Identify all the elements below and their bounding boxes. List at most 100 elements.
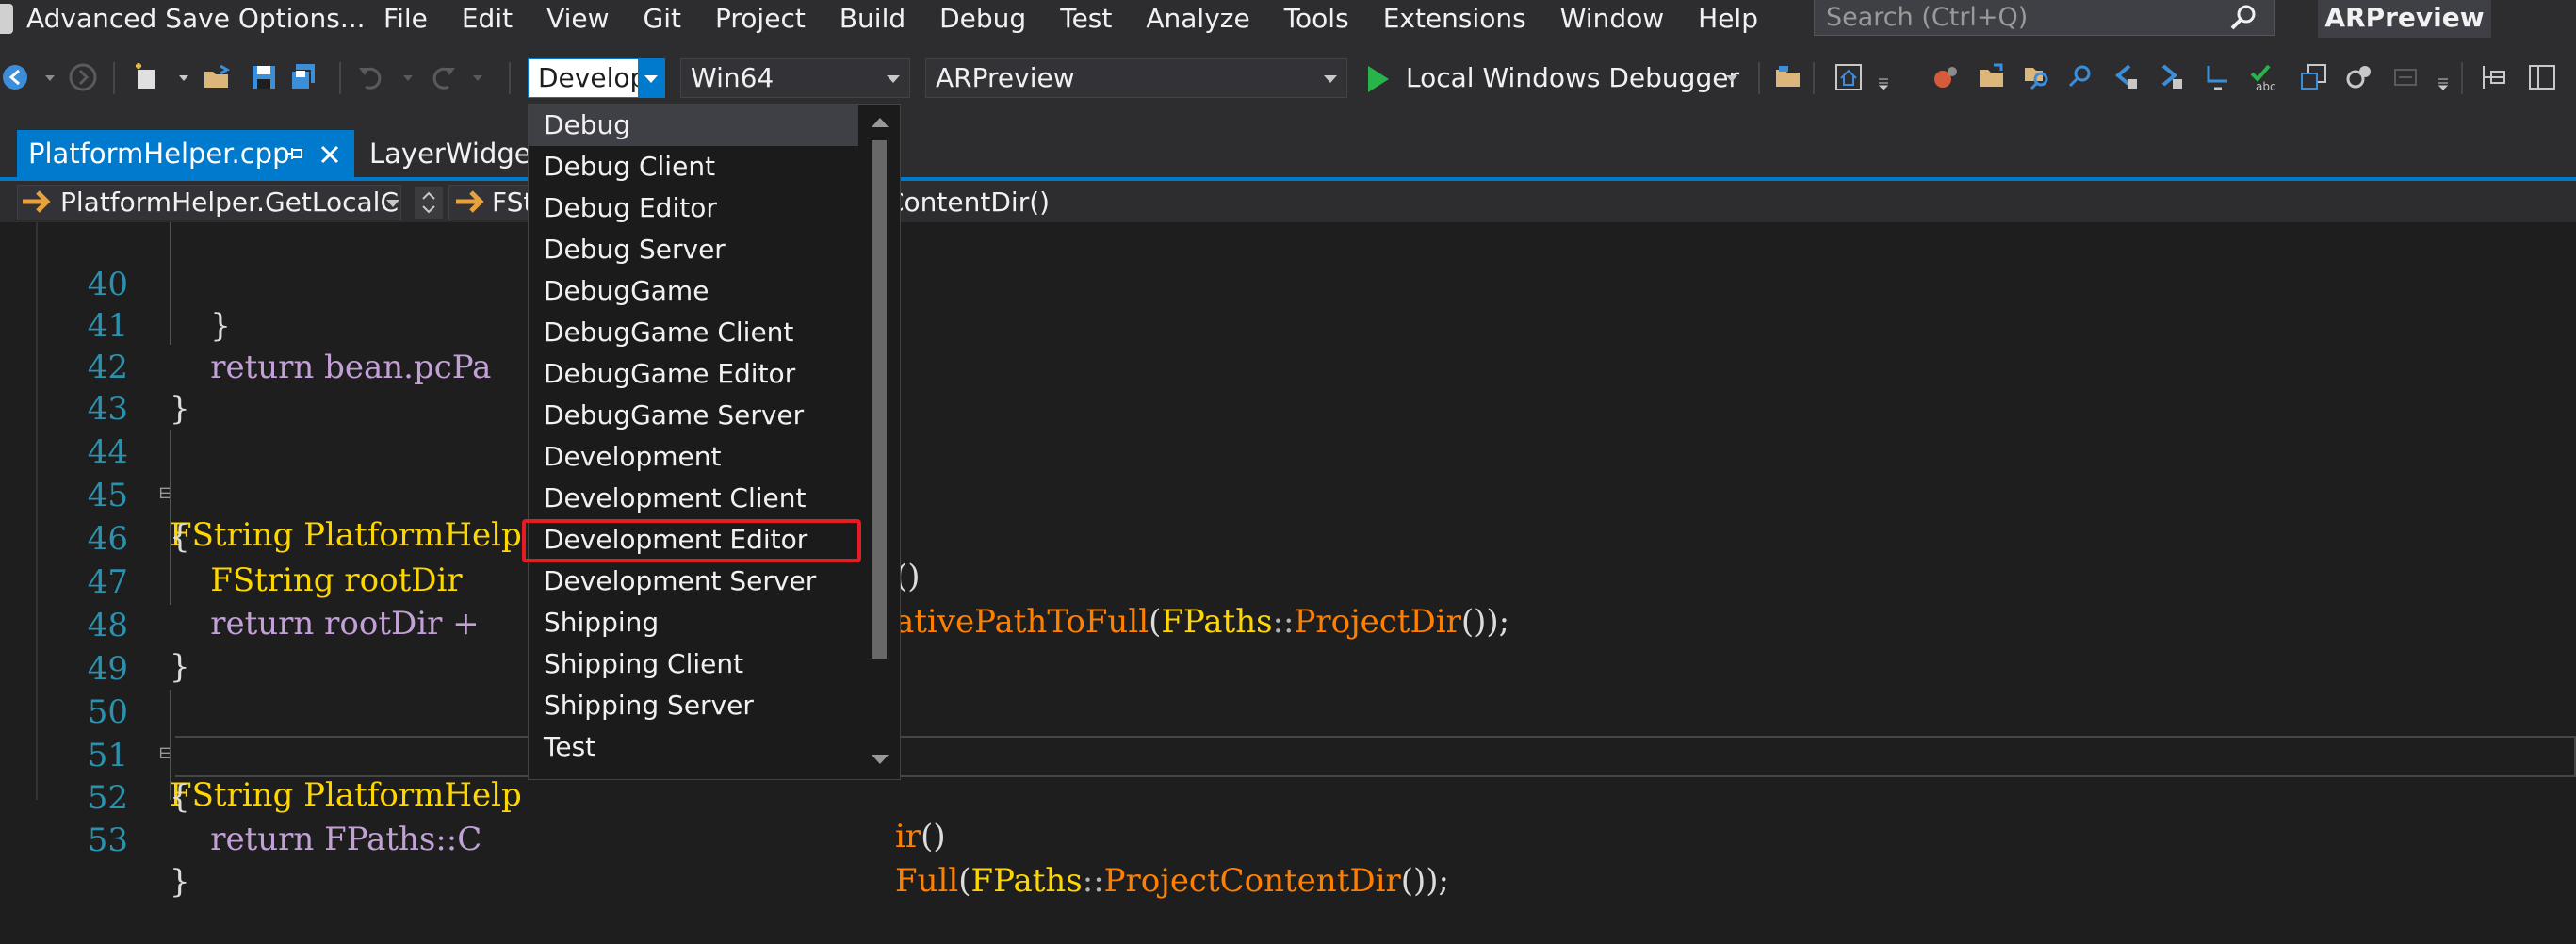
save-all-icon[interactable] bbox=[288, 62, 318, 92]
redo-dropdown-icon[interactable] bbox=[471, 72, 484, 85]
solution-platform-value: Win64 bbox=[691, 62, 774, 93]
build-gear-icon[interactable] bbox=[1930, 62, 1960, 92]
search-icon[interactable] bbox=[2229, 4, 2258, 32]
home-icon[interactable] bbox=[1834, 62, 1864, 92]
previous-bookmark-icon[interactable] bbox=[2111, 62, 2141, 92]
window-layout-icon[interactable] bbox=[2299, 62, 2329, 92]
tab-label: PlatformHelper.cpp bbox=[28, 138, 290, 170]
next-bookmark-icon[interactable] bbox=[2156, 62, 2186, 92]
code-line: 44 ⊟ FString PlatformHelp () bbox=[0, 390, 2576, 595]
startup-project-combo[interactable]: ARPreview bbox=[925, 58, 1347, 98]
chevron-down-icon[interactable] bbox=[386, 200, 399, 207]
menu-git[interactable]: Git bbox=[627, 0, 698, 38]
function-label: ContentDir() bbox=[886, 187, 1051, 218]
config-option-debuggame-client[interactable]: DebugGame Client bbox=[529, 312, 858, 353]
menu-file[interactable]: File bbox=[367, 0, 445, 38]
menu-debug[interactable]: Debug bbox=[922, 0, 1043, 38]
menu-tools[interactable]: Tools bbox=[1267, 0, 1366, 38]
config-option-debuggame-server[interactable]: DebugGame Server bbox=[529, 395, 858, 436]
local-windows-debugger-button[interactable]: Local Windows Debugger bbox=[1406, 58, 1739, 98]
chevron-down-icon bbox=[887, 75, 900, 83]
config-option-debug-server[interactable]: Debug Server bbox=[529, 229, 858, 270]
visual-studio-logo-icon bbox=[0, 4, 13, 34]
menu-build[interactable]: Build bbox=[823, 0, 922, 38]
config-option-development-server[interactable]: Development Server bbox=[529, 561, 858, 602]
code-line: 40 } bbox=[0, 222, 2576, 345]
config-option-debug-client[interactable]: Debug Client bbox=[529, 146, 858, 187]
config-option-shipping-server[interactable]: Shipping Server bbox=[529, 685, 858, 726]
code-line: 49 bbox=[0, 607, 2576, 688]
new-project-icon[interactable] bbox=[132, 62, 162, 92]
disabled-tool-icon[interactable] bbox=[2391, 62, 2421, 92]
start-debugging-play-icon[interactable] bbox=[1368, 66, 1389, 92]
tab-layerwidget[interactable]: LayerWidget. bbox=[369, 130, 550, 177]
window-title: Advanced Save Options... bbox=[26, 3, 366, 34]
scroll-up-icon[interactable] bbox=[872, 118, 889, 127]
svg-text:abc: abc bbox=[2256, 80, 2276, 92]
menu-view[interactable]: View bbox=[530, 0, 626, 38]
config-option-debug[interactable]: Debug bbox=[529, 105, 858, 146]
dropdown-scrollbar[interactable] bbox=[858, 105, 900, 779]
config-option-test[interactable]: Test bbox=[529, 726, 858, 768]
close-tab-icon[interactable] bbox=[320, 145, 339, 164]
back-history-dropdown-icon[interactable] bbox=[43, 72, 57, 85]
save-icon[interactable] bbox=[249, 62, 279, 92]
config-option-debuggame[interactable]: DebugGame bbox=[529, 270, 858, 312]
code-line: 43 bbox=[0, 347, 2576, 428]
code-text: return FPaths::C bbox=[170, 821, 482, 858]
solution-configuration-dropdown-button[interactable] bbox=[638, 59, 664, 97]
code-line: 46 FString rootDir ativePathToFull(FPath… bbox=[0, 477, 2576, 641]
toolbar-overflow-icon[interactable] bbox=[1877, 77, 1890, 90]
find-symbol-icon[interactable] bbox=[2065, 62, 2095, 92]
open-folder-icon[interactable] bbox=[202, 62, 232, 92]
code-line: 45 { bbox=[0, 433, 2576, 556]
config-option-shipping-client[interactable]: Shipping Client bbox=[529, 643, 858, 685]
menu-help[interactable]: Help bbox=[1681, 0, 1775, 38]
search-input[interactable] bbox=[1826, 0, 2222, 35]
menu-project[interactable]: Project bbox=[698, 0, 823, 38]
find-in-files-icon[interactable] bbox=[2022, 62, 2052, 92]
configuration-options: Debug Debug Client Debug Editor Debug Se… bbox=[529, 105, 858, 779]
search-box bbox=[1814, 0, 2275, 36]
chevron-down-icon bbox=[1324, 75, 1337, 83]
solution-platform-combo[interactable]: Win64 bbox=[680, 58, 910, 98]
undo-icon[interactable] bbox=[356, 62, 386, 92]
toolbar-overflow-icon-2[interactable] bbox=[2437, 77, 2450, 90]
spell-check-icon[interactable]: abc bbox=[2248, 62, 2278, 92]
up-down-chevron-icon bbox=[422, 191, 435, 214]
navigate-forward-icon[interactable] bbox=[68, 62, 98, 92]
menu-extensions[interactable]: Extensions bbox=[1366, 0, 1543, 38]
pin-tab-icon[interactable] bbox=[285, 145, 305, 162]
menu-test[interactable]: Test bbox=[1043, 0, 1129, 38]
folder-browse-icon[interactable] bbox=[1773, 62, 1803, 92]
open-file-icon[interactable] bbox=[1977, 62, 2007, 92]
solution-configuration-combo[interactable]: Develop bbox=[528, 58, 665, 98]
menu-window[interactable]: Window bbox=[1543, 0, 1681, 38]
code-text: } bbox=[170, 863, 190, 901]
debugger-dropdown-icon[interactable] bbox=[1726, 75, 1737, 82]
layout-panels-icon[interactable] bbox=[2527, 62, 2557, 92]
scroll-down-icon[interactable] bbox=[872, 755, 889, 764]
new-dropdown-icon[interactable] bbox=[177, 72, 190, 85]
step-into-icon[interactable] bbox=[2203, 62, 2233, 92]
config-option-development[interactable]: Development bbox=[529, 436, 858, 478]
config-option-shipping[interactable]: Shipping bbox=[529, 602, 858, 643]
toggle-settings-icon[interactable] bbox=[2344, 62, 2374, 92]
project-name-badge[interactable]: ARPreview bbox=[2318, 0, 2491, 38]
config-option-debuggame-editor[interactable]: DebugGame Editor bbox=[529, 353, 858, 395]
split-view-button[interactable] bbox=[415, 187, 443, 219]
chevron-down-icon bbox=[644, 75, 658, 83]
indent-guide bbox=[170, 690, 171, 800]
scrollbar-thumb[interactable] bbox=[872, 140, 887, 659]
startup-project-value: ARPreview bbox=[936, 62, 1075, 93]
configuration-dropdown-list: Debug Debug Client Debug Editor Debug Se… bbox=[528, 104, 901, 780]
undo-dropdown-icon[interactable] bbox=[401, 72, 415, 85]
config-option-development-client[interactable]: Development Client bbox=[529, 478, 858, 519]
menu-edit[interactable]: Edit bbox=[445, 0, 530, 38]
breakpoint-window-icon[interactable] bbox=[2478, 62, 2508, 92]
menu-analyze[interactable]: Analyze bbox=[1129, 0, 1266, 38]
redo-icon[interactable] bbox=[428, 62, 458, 92]
config-option-debug-editor[interactable]: Debug Editor bbox=[529, 187, 858, 229]
navigate-back-icon[interactable] bbox=[0, 62, 30, 92]
code-text-right: Full(FPaths::ProjectContentDir()); bbox=[895, 862, 1450, 900]
